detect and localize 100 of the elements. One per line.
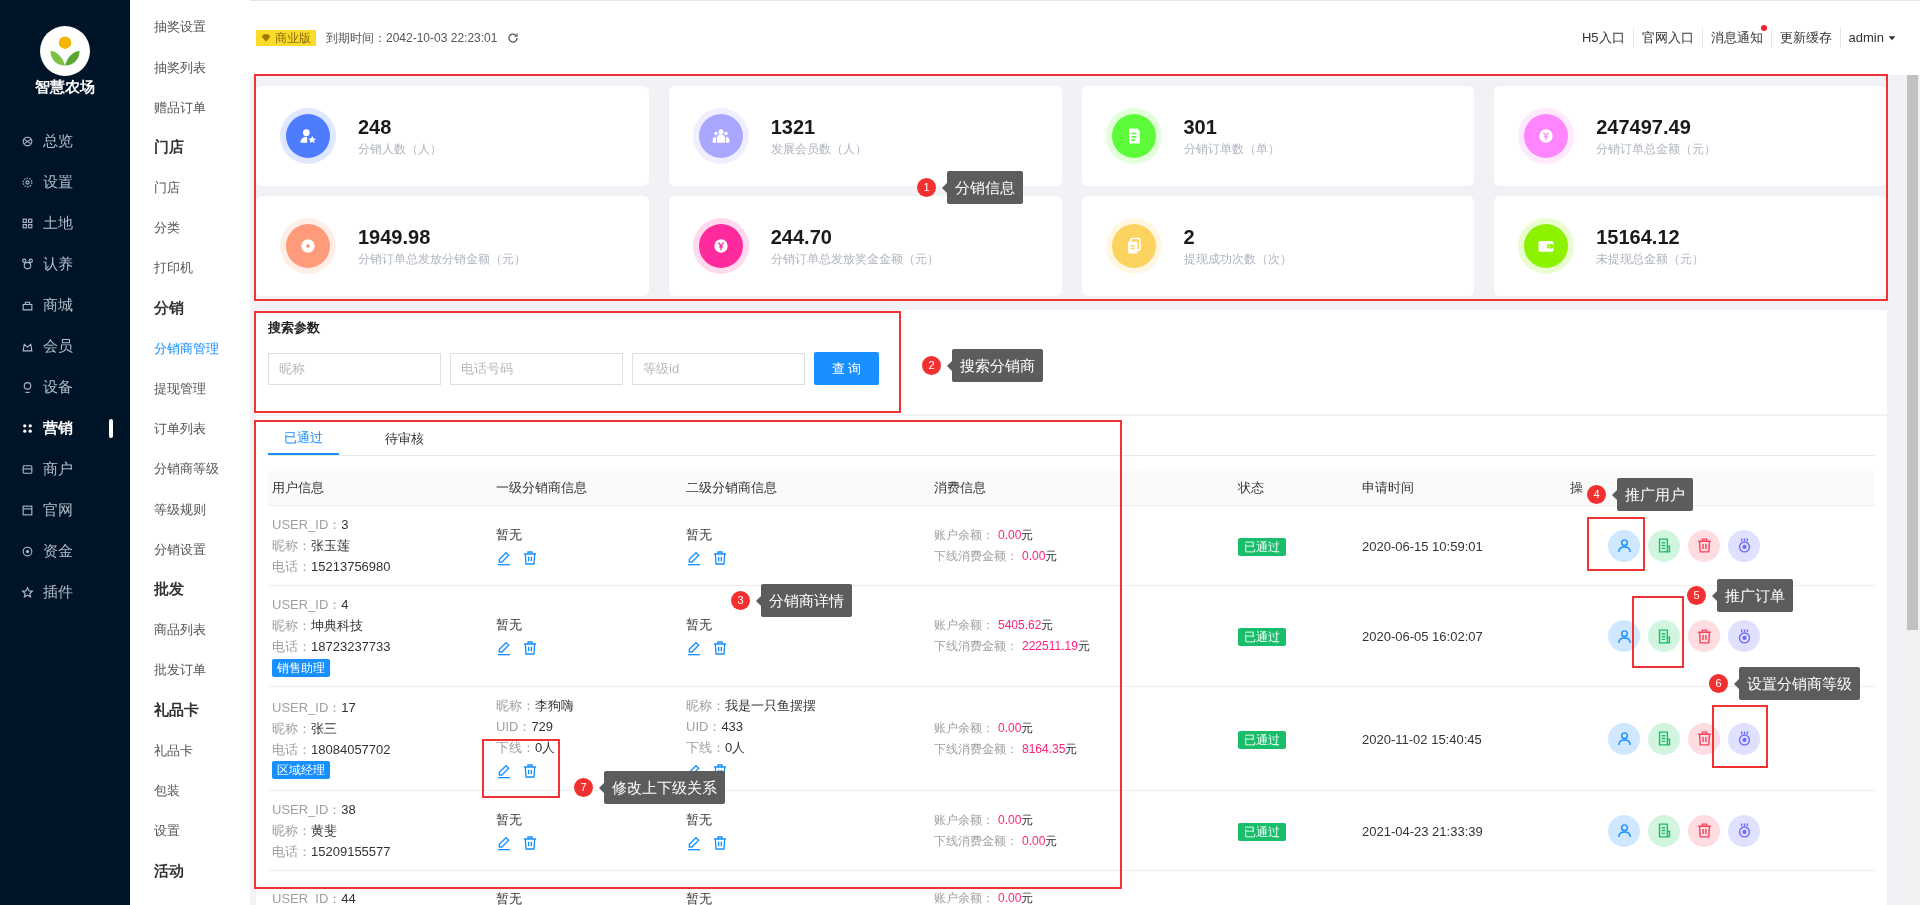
sidebar-item[interactable]: 商城	[0, 285, 130, 326]
submenu-item[interactable]: 打印机	[130, 248, 250, 289]
submenu-item[interactable]: 订单列表	[130, 408, 250, 450]
header-link[interactable]: 官网入口	[1633, 28, 1703, 48]
field-label: 下线：	[496, 740, 535, 755]
stat-value: 301	[1183, 115, 1218, 140]
stat-value: 2	[1183, 225, 1196, 250]
submenu-heading: 礼品卡	[153, 700, 200, 721]
expiry-text: 到期时间：2042-10-03 22:23:01	[326, 30, 498, 47]
role-tag: 区域经理	[272, 761, 330, 779]
field-label: USER_ID：	[272, 597, 342, 612]
unit-text: 元	[1077, 639, 1090, 653]
field-label: USER_ID：	[272, 890, 342, 905]
field-label: 电话：	[272, 559, 311, 574]
apply-time: 2020-11-02 15:40:45	[1362, 731, 1482, 747]
field-value: 0人	[535, 740, 556, 755]
unit-text: 元	[1065, 741, 1078, 756]
unit-text: 元	[1045, 833, 1058, 848]
amount-value: 0.00	[998, 720, 1022, 735]
header-link[interactable]: 更新缓存	[1771, 28, 1841, 48]
field-value: 3	[341, 517, 349, 532]
sidebar-item[interactable]: 总览	[0, 121, 130, 162]
callout-tooltip: 分销商详情	[761, 584, 852, 617]
empty-text: 暂无	[686, 811, 712, 827]
stat-value: 1321	[770, 115, 817, 140]
submenu-item[interactable]: 礼品卡	[130, 730, 250, 771]
empty-text: 暂无	[686, 526, 712, 542]
user-menu[interactable]: admin	[1848, 28, 1896, 48]
sidebar-item[interactable]: 营销	[0, 408, 130, 449]
sidebar-item[interactable]: 商户	[0, 449, 130, 490]
field-label: 电话：	[272, 639, 311, 654]
submenu-item[interactable]: 抽奖列表	[130, 47, 250, 88]
unit-text: 元	[1021, 720, 1034, 735]
stat-value: 15164.12	[1596, 225, 1681, 250]
callout-tooltip: 搜索分销商	[952, 349, 1043, 382]
submenu-item[interactable]: 设置	[130, 810, 250, 851]
field-label: 下线消费金额：	[934, 741, 1018, 756]
submenu-item[interactable]: 分类	[130, 207, 250, 249]
sidebar-item[interactable]: 插件	[0, 572, 130, 613]
field-value: 44	[341, 890, 356, 905]
tab[interactable]: 待审核	[369, 422, 440, 455]
submenu-item[interactable]: 抽奖设置	[130, 7, 250, 48]
submenu-item[interactable]: 包装	[130, 770, 250, 811]
submenu-item[interactable]: 赠品订单	[130, 87, 250, 128]
field-label: USER_ID：	[272, 517, 342, 532]
field-label: UID：	[686, 719, 722, 734]
unit-text: 元	[1021, 812, 1034, 827]
header-link[interactable]: 消息通知	[1702, 28, 1772, 48]
submenu-item[interactable]: 等级规则	[130, 489, 250, 530]
role-tag: 销售助理	[272, 658, 330, 677]
field-value: 18084057702	[311, 741, 391, 757]
submenu-item[interactable]: 商品列表	[130, 609, 250, 650]
logo-text: 智慧农场	[35, 77, 95, 97]
field-label: 昵称：	[686, 698, 725, 713]
stat-value: 247497.49	[1596, 115, 1692, 140]
sidebar-item[interactable]: 会员	[0, 326, 130, 367]
field-label: 昵称：	[496, 698, 535, 713]
stat-value: 248	[358, 115, 393, 140]
field-value: 15209155577	[311, 844, 391, 859]
sidebar-item[interactable]: 认养	[0, 244, 130, 285]
submenu-item[interactable]: 分销商等级	[130, 449, 250, 490]
sidebar-item[interactable]: 土地	[0, 203, 130, 244]
apply-time: 2020-06-05 16:02:07	[1362, 629, 1483, 644]
sidebar-item[interactable]: 设备	[0, 367, 130, 408]
field-label: 电话：	[272, 741, 311, 757]
field-label: 昵称：	[272, 618, 311, 633]
field-value: 张玉莲	[311, 538, 350, 553]
empty-text: 暂无	[496, 526, 522, 542]
amount-value: 0.00	[998, 890, 1022, 905]
submenu-item[interactable]: 分销设置	[130, 529, 250, 570]
search-field[interactable]: 等级id	[632, 352, 805, 385]
sidebar-item[interactable]: 设置	[0, 162, 130, 203]
sidebar-item[interactable]: 官网	[0, 490, 130, 531]
unit-text: 元	[1021, 890, 1034, 905]
submenu-item[interactable]: 门店	[130, 167, 250, 208]
callout-tooltip: 推广用户	[1617, 478, 1693, 511]
submenu-item[interactable]: 批发订单	[130, 650, 250, 691]
submenu-item[interactable]: 提现管理	[130, 368, 250, 409]
stat-label: 发展会员数（人）	[770, 141, 867, 158]
column-header: 操	[1570, 480, 1583, 496]
stat-label: 分销订单数（单）	[1183, 141, 1280, 158]
field-value: 38	[341, 802, 356, 817]
stat-value: 1949.98	[358, 225, 432, 250]
submenu-heading: 活动	[153, 860, 185, 881]
stat-label: 分销订单总金额（元）	[1596, 141, 1717, 158]
empty-text: 暂无	[496, 811, 522, 827]
search-title: 搜索参数	[268, 319, 321, 337]
search-field[interactable]: 电话号码	[450, 352, 623, 385]
amount-value: 0.00	[998, 812, 1022, 827]
status-badge: 已通过	[1238, 730, 1286, 749]
empty-text: 暂无	[686, 891, 712, 905]
field-label: 电话：	[272, 844, 311, 859]
field-label: 账户余额：	[934, 527, 994, 542]
search-field[interactable]: 昵称	[268, 352, 441, 385]
header-link[interactable]: H5入口	[1573, 28, 1634, 48]
sidebar-item[interactable]: 资金	[0, 531, 130, 572]
apply-time: 2020-06-15 10:59:01	[1362, 538, 1483, 554]
field-value: 张三	[311, 720, 337, 736]
field-label: 账户余额：	[934, 890, 994, 905]
unit-text: 元	[1021, 527, 1034, 542]
